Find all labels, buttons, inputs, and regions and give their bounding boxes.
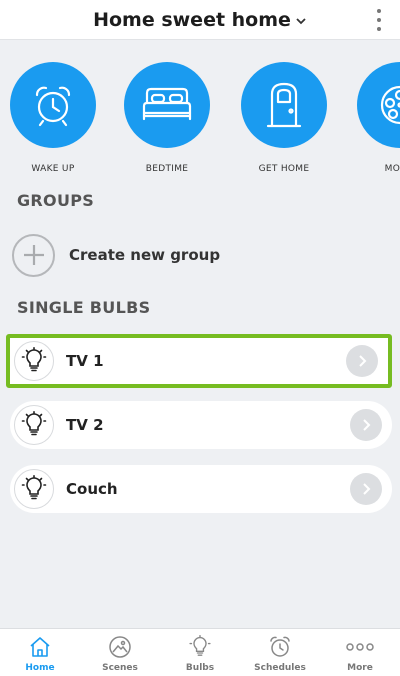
tab-bulbs[interactable]: Bulbs (160, 629, 240, 676)
chevron-right-icon[interactable] (350, 473, 382, 505)
bulb-icon (189, 635, 211, 656)
scene-label: BEDTIME (145, 164, 189, 174)
lightbulb-icon (14, 469, 54, 509)
tab-label: Scenes (102, 663, 138, 673)
tab-home[interactable]: Home (0, 629, 80, 676)
lightbulb-icon (14, 405, 54, 445)
schedule-clock-icon (270, 636, 290, 657)
lightbulb-icon (14, 341, 54, 381)
create-group-label: Create new group (69, 246, 221, 264)
door-icon (266, 82, 302, 128)
overflow-menu-icon[interactable] (374, 6, 384, 34)
scene-label: GET HOME (258, 164, 310, 174)
bulb-name: TV 2 (66, 416, 104, 434)
film-reel-icon (380, 85, 400, 125)
tab-schedules[interactable]: Schedules (240, 629, 320, 676)
tab-label: Home (25, 663, 55, 673)
home-selector[interactable]: Home sweet home (93, 9, 307, 31)
home-icon (30, 637, 50, 657)
bulb-row-tv1[interactable]: TV 1 (6, 334, 392, 388)
scene-label: WAKE UP (31, 164, 75, 174)
tab-label: Schedules (254, 663, 306, 673)
create-group-button[interactable]: Create new group (12, 233, 220, 277)
scene-movie[interactable]: MOVIE (355, 62, 400, 174)
scenes-icon (109, 636, 131, 658)
tab-label: Bulbs (185, 663, 215, 673)
scene-get-home[interactable]: GET HOME (239, 62, 329, 174)
chevron-down-icon (296, 17, 306, 24)
scenes-carousel[interactable]: WAKE UP BEDTIME GET HOME MO (0, 40, 400, 180)
bulb-row-couch[interactable]: Couch (10, 465, 392, 513)
top-bar: Home sweet home (0, 0, 400, 40)
single-bulbs-heading: SINGLE BULBS (17, 298, 151, 317)
bulb-name: TV 1 (66, 352, 104, 370)
chevron-right-icon[interactable] (350, 409, 382, 441)
tab-more[interactable]: More (320, 629, 400, 676)
groups-heading: GROUPS (17, 191, 95, 210)
chevron-right-icon[interactable] (346, 345, 378, 377)
bulb-name: Couch (66, 480, 118, 498)
scene-label: MOVIE (384, 164, 400, 174)
plus-icon (12, 233, 55, 277)
home-title: Home sweet home (93, 8, 291, 31)
scene-bedtime[interactable]: BEDTIME (122, 62, 212, 174)
alarm-clock-icon (35, 86, 71, 127)
bottom-tab-bar: Home Scenes Bulbs Schedules More (0, 628, 400, 676)
tab-label: More (347, 663, 373, 673)
more-dots-icon (346, 643, 374, 651)
scene-wake-up[interactable]: WAKE UP (8, 62, 98, 174)
bulb-row-tv2[interactable]: TV 2 (10, 401, 392, 449)
bed-icon (142, 87, 192, 121)
tab-scenes[interactable]: Scenes (80, 629, 160, 676)
